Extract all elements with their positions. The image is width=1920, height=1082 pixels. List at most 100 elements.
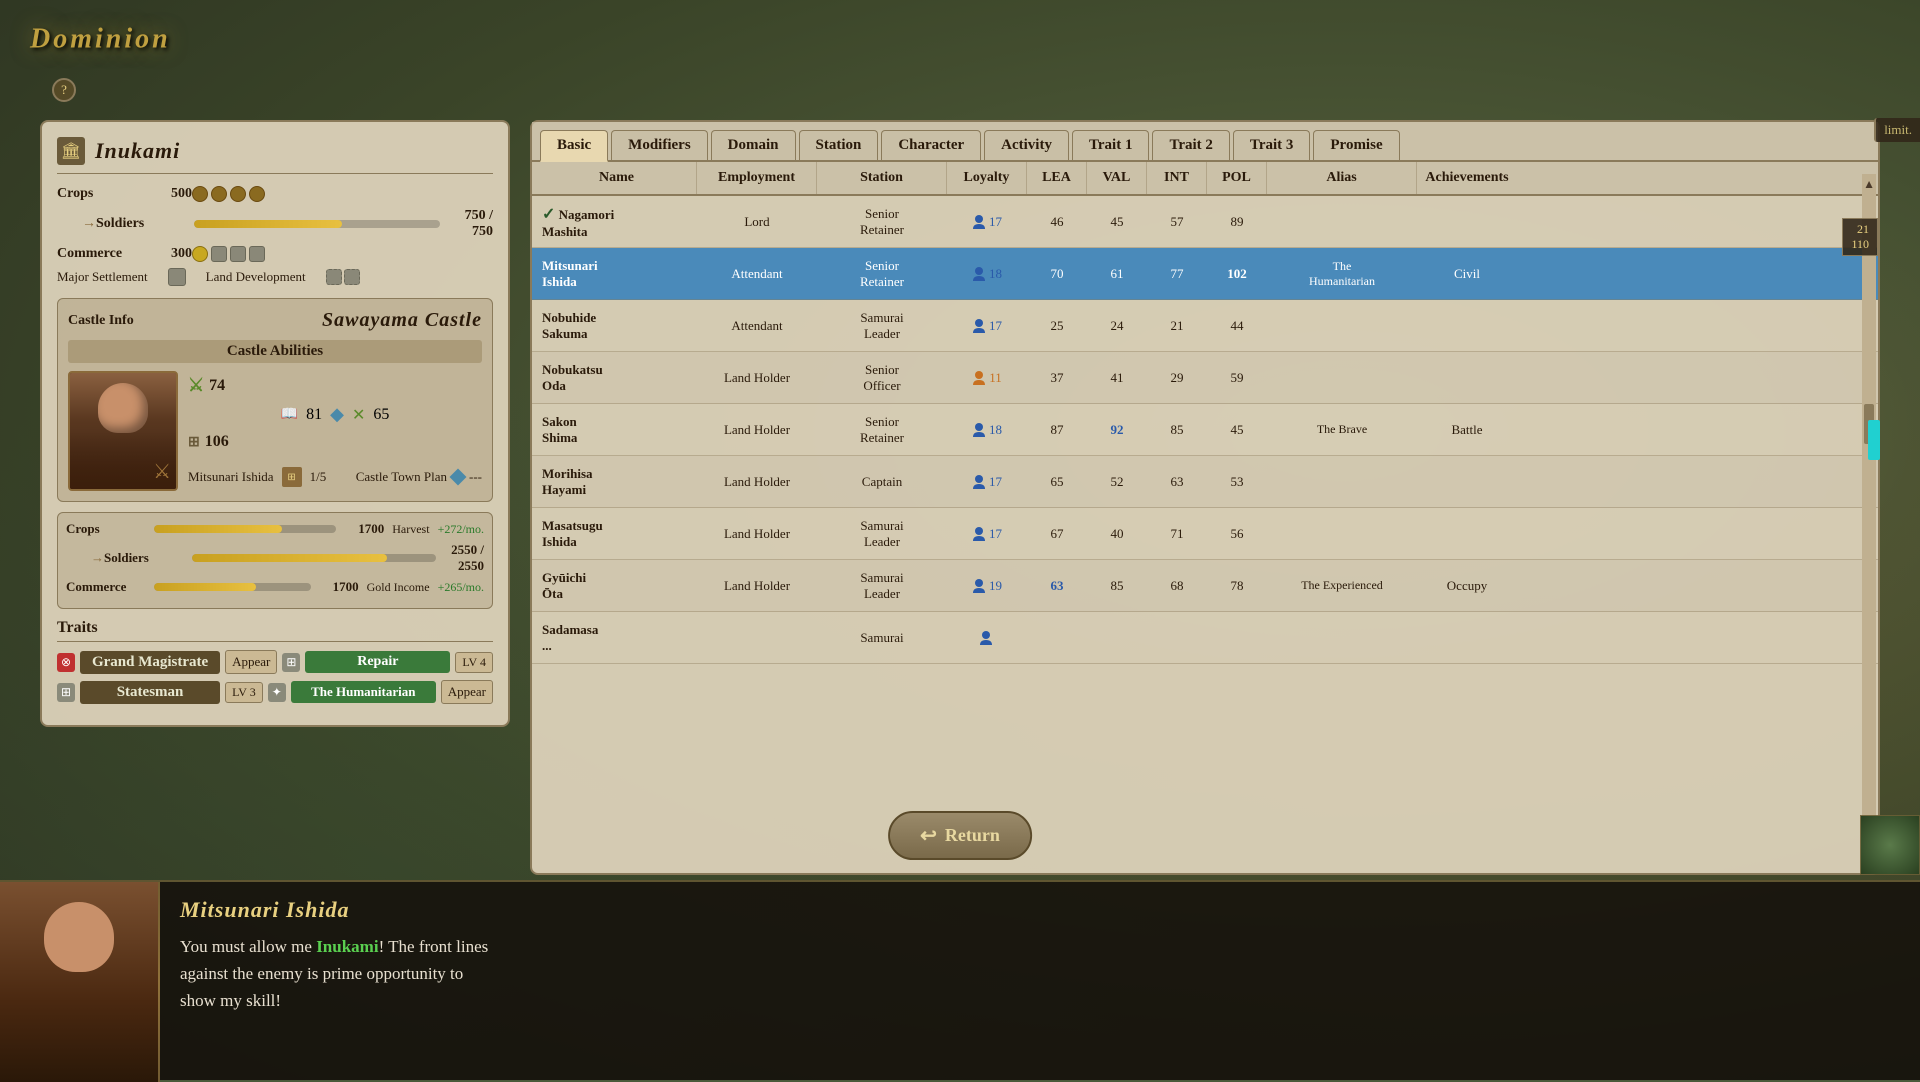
td-loyalty: 17 bbox=[947, 314, 1027, 338]
td-int: 68 bbox=[1147, 574, 1207, 598]
td-pol: 102 bbox=[1207, 262, 1267, 286]
person-icon bbox=[972, 526, 986, 542]
tab-modifiers[interactable]: Modifiers bbox=[611, 130, 707, 160]
domain-harvest-label: Harvest bbox=[392, 522, 429, 537]
domain-commerce-row: Commerce 1700 Gold Income +265/mo. bbox=[66, 579, 484, 595]
game-title: Dominion bbox=[30, 20, 171, 79]
td-employment: Attendant bbox=[697, 314, 817, 338]
td-achievements bbox=[1417, 322, 1517, 330]
tab-character[interactable]: Character bbox=[881, 130, 981, 160]
td-loyalty: 17 bbox=[947, 522, 1027, 546]
trait-1-ability-icon: ⊞ bbox=[282, 653, 300, 672]
trait-2-sub-name[interactable]: The Humanitarian bbox=[291, 681, 436, 703]
td-pol: 56 bbox=[1207, 522, 1267, 546]
domain-soldiers-row: → Soldiers 2550 / 2550 bbox=[66, 542, 484, 574]
td-pol: 89 bbox=[1207, 210, 1267, 234]
mini-map-bg bbox=[1861, 816, 1919, 874]
td-station: SamuraiLeader bbox=[817, 514, 947, 554]
town-plan-label: Castle Town Plan bbox=[356, 469, 447, 485]
trait-1-badge-icon: ⊗ bbox=[61, 655, 71, 670]
table-body[interactable]: ✓ NagamoriMashita Lord SeniorRetainer 17… bbox=[532, 196, 1878, 873]
table-row[interactable]: MasatsuguIshida Land Holder SamuraiLeade… bbox=[532, 508, 1878, 560]
trait-1-ability-lv: LV 4 bbox=[455, 652, 493, 673]
table-row[interactable]: ✓ NagamoriMashita Lord SeniorRetainer 17… bbox=[532, 196, 1878, 248]
right-panel: Basic Modifiers Domain Station Character… bbox=[530, 120, 1880, 875]
th-loyalty: Loyalty bbox=[947, 162, 1027, 194]
domain-commerce-bar bbox=[154, 583, 311, 591]
table-row[interactable]: NobuhideSakuma Attendant SamuraiLeader 1… bbox=[532, 300, 1878, 352]
return-label: Return bbox=[945, 825, 1000, 846]
table-row[interactable]: NobukatsuOda Land Holder SeniorOfficer 1… bbox=[532, 352, 1878, 404]
commander-row: Mitsunari Ishida ⊞ 1/5 Castle Town Plan … bbox=[188, 467, 482, 487]
table-container: Name Employment Station Loyalty LEA VAL … bbox=[532, 162, 1878, 873]
trait-2-appear[interactable]: Appear bbox=[441, 680, 493, 704]
td-employment: Attendant bbox=[697, 262, 817, 286]
trait-2-badge: ⊞ bbox=[57, 683, 75, 702]
crops-value: 500 bbox=[147, 186, 192, 202]
td-name: NobukatsuOda bbox=[537, 358, 697, 398]
tab-trait3[interactable]: Trait 3 bbox=[1233, 130, 1310, 160]
domain-gold-value: +265/mo. bbox=[438, 580, 484, 595]
trait-2-sub-icon: ✦ bbox=[268, 683, 286, 702]
td-alias bbox=[1267, 478, 1417, 486]
td-pol: 44 bbox=[1207, 314, 1267, 338]
td-int: 21 bbox=[1147, 314, 1207, 338]
trait-2-lv: LV 3 bbox=[225, 682, 263, 703]
left-panel: 🏛 Inukami Crops 500 → Soldiers 750 / 750… bbox=[40, 120, 510, 727]
commerce-label: Commerce bbox=[57, 246, 147, 262]
domain-soldiers-bar bbox=[192, 554, 436, 562]
tabs-row: Basic Modifiers Domain Station Character… bbox=[532, 122, 1878, 162]
num1: 21 bbox=[1851, 222, 1869, 237]
td-val: 41 bbox=[1087, 366, 1147, 390]
domain-harvest-value: +272/mo. bbox=[438, 522, 484, 537]
table-row[interactable]: GyūichiŌta Land Holder SamuraiLeader 19 … bbox=[532, 560, 1878, 612]
trait-1-ability-name[interactable]: Repair bbox=[305, 651, 450, 673]
table-row[interactable]: SakonShima Land Holder SeniorRetainer 18… bbox=[532, 404, 1878, 456]
tab-trait1[interactable]: Trait 1 bbox=[1072, 130, 1149, 160]
tab-trait2[interactable]: Trait 2 bbox=[1152, 130, 1229, 160]
help-icon[interactable]: ? bbox=[52, 78, 76, 102]
td-loyalty: 19 bbox=[947, 574, 1027, 598]
td-station: Samurai bbox=[817, 626, 947, 650]
limit-indicator: limit. bbox=[1874, 118, 1920, 142]
tab-promise[interactable]: Promise bbox=[1313, 130, 1399, 160]
return-button[interactable]: Return bbox=[888, 811, 1032, 860]
td-station: Captain bbox=[817, 470, 947, 494]
domain-commerce-bar-fill bbox=[154, 583, 256, 591]
crop-icon-1 bbox=[192, 186, 208, 202]
book-icon: 📖 bbox=[281, 406, 298, 423]
crop-icon-4 bbox=[249, 186, 265, 202]
td-lea: 67 bbox=[1027, 522, 1087, 546]
td-val: 45 bbox=[1087, 210, 1147, 234]
tab-basic[interactable]: Basic bbox=[540, 130, 608, 162]
trait-1-appear[interactable]: Appear bbox=[225, 650, 277, 674]
castle-section: Castle Info Sawayama Castle Castle Abili… bbox=[57, 298, 493, 502]
td-int: 29 bbox=[1147, 366, 1207, 390]
stone-icon-2 bbox=[230, 246, 246, 262]
th-station: Station bbox=[817, 162, 947, 194]
td-achievements bbox=[1417, 478, 1517, 486]
game-title-text: Dominion bbox=[30, 24, 171, 55]
table-row[interactable]: Sadamasa... Samurai bbox=[532, 612, 1878, 664]
td-employment: Land Holder bbox=[697, 366, 817, 390]
th-lea: LEA bbox=[1027, 162, 1087, 194]
th-pol: POL bbox=[1207, 162, 1267, 194]
table-row[interactable]: MitsunariIshida Attendant SeniorRetainer… bbox=[532, 248, 1878, 300]
tab-domain[interactable]: Domain bbox=[711, 130, 796, 160]
td-val: 61 bbox=[1087, 262, 1147, 286]
td-achievements: Occupy bbox=[1417, 574, 1517, 598]
td-loyalty: 17 bbox=[947, 210, 1027, 234]
td-alias bbox=[1267, 634, 1417, 642]
td-alias: TheHumanitarian bbox=[1267, 255, 1417, 293]
table-row[interactable]: MorihisaHayami Land Holder Captain 17 65… bbox=[532, 456, 1878, 508]
tab-station[interactable]: Station bbox=[799, 130, 879, 160]
td-name: ✓ NagamoriMashita bbox=[537, 200, 697, 244]
stat-cross-value: 65 bbox=[373, 406, 389, 424]
person-icon bbox=[972, 578, 986, 594]
castle-header: Castle Info Sawayama Castle bbox=[68, 309, 482, 340]
portrait-face bbox=[70, 373, 176, 489]
domain-soldiers-value: 2550 / 2550 bbox=[444, 542, 484, 574]
tab-activity[interactable]: Activity bbox=[984, 130, 1069, 160]
top-right-nums: 21 110 bbox=[1842, 218, 1878, 256]
scroll-up-arrow[interactable]: ▲ bbox=[1860, 174, 1878, 195]
